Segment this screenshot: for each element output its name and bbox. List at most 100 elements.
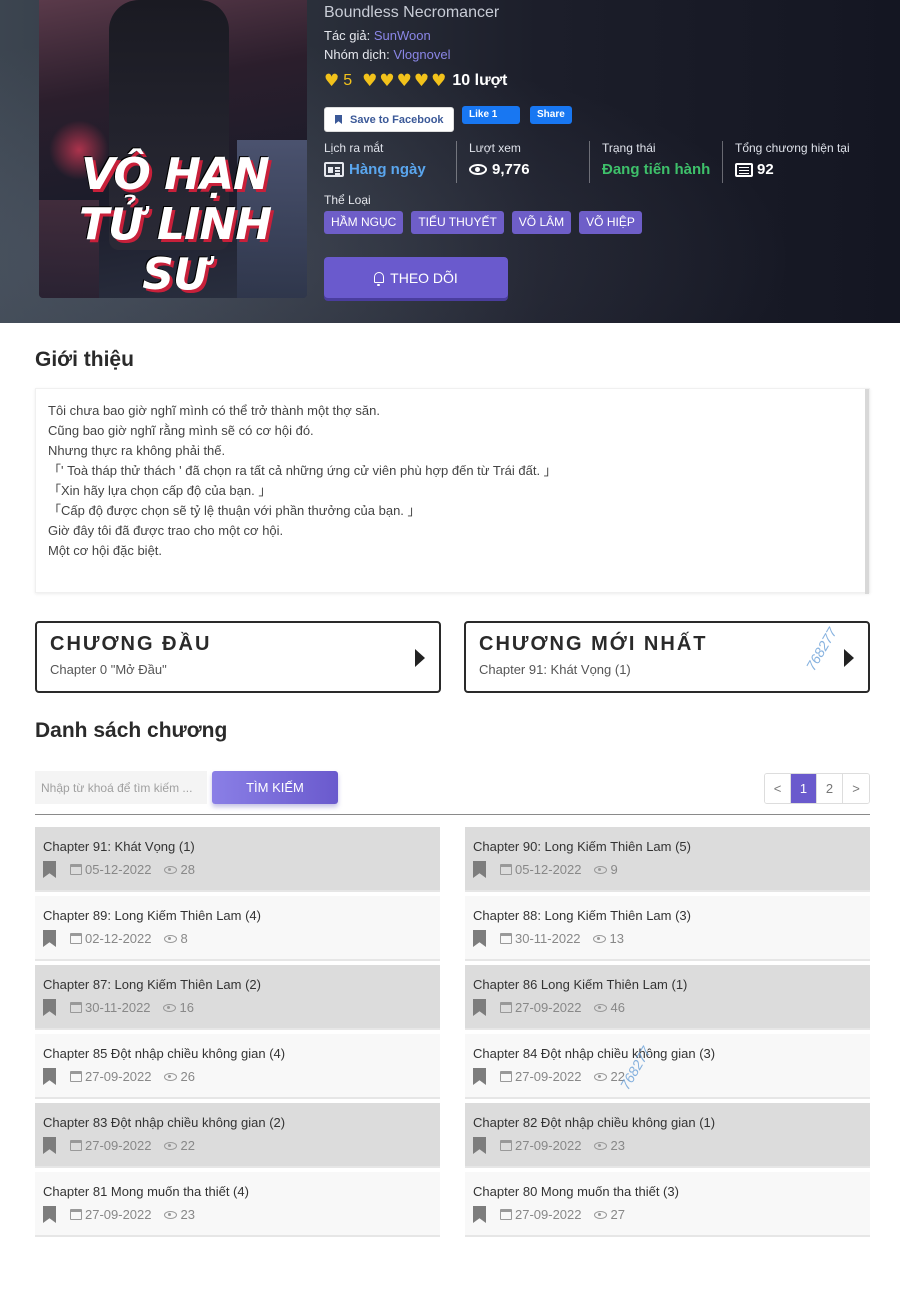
heart-icon[interactable]: ♥ — [431, 71, 446, 91]
chapter-meta: 27-09-202226 — [43, 1068, 432, 1085]
chapter-date: 30-11-2022 — [85, 1000, 151, 1015]
genre-tag[interactable]: VÕ LÂM — [512, 211, 571, 234]
chapter-row[interactable]: Chapter 88: Long Kiếm Thiên Lam (3) 30-11… — [465, 896, 870, 961]
chapter-title[interactable]: Chapter 83 Đột nhập chiều không gian (2) — [43, 1115, 432, 1130]
bookmark-icon[interactable] — [473, 1137, 486, 1154]
facebook-share-button[interactable]: Share — [530, 106, 572, 124]
bookmark-icon[interactable] — [43, 1068, 56, 1085]
first-chapter-heading: CHƯƠNG ĐẦU — [50, 633, 426, 656]
bookmark-icon[interactable] — [473, 999, 486, 1016]
chapter-row[interactable]: Chapter 82 Đột nhập chiều không gian (1)… — [465, 1103, 870, 1168]
eye-icon — [593, 935, 606, 943]
chapter-views: 22 — [181, 1138, 195, 1153]
chapter-date: 27-09-2022 — [85, 1138, 152, 1153]
eye-icon — [164, 1073, 177, 1081]
intro-text[interactable]: Tôi chưa bao giờ nghĩ mình có thể trở th… — [35, 388, 870, 593]
page-button[interactable]: 2 — [817, 774, 843, 803]
chapter-title[interactable]: Chapter 86 Long Kiếm Thiên Lam (1) — [473, 977, 862, 992]
eye-icon — [594, 1211, 607, 1219]
stat-views: Lượt xem 9,776 — [456, 141, 589, 183]
calendar-icon — [70, 1209, 82, 1220]
follow-button[interactable]: THEO DÕI — [324, 257, 508, 298]
chapter-row[interactable]: Chapter 91: Khát Vọng (1)05-12-202228 — [35, 827, 440, 892]
chapter-row[interactable]: Chapter 81 Mong muốn tha thiết (4) 27-09-… — [35, 1172, 440, 1237]
facebook-like-button[interactable]: Like 1 — [462, 106, 520, 124]
search-button[interactable]: TÌM KIẾM — [212, 771, 338, 804]
chapter-title[interactable]: Chapter 91: Khát Vọng (1) — [43, 839, 432, 854]
genre-tag[interactable]: HẦM NGỤC — [324, 211, 403, 234]
chapter-title[interactable]: Chapter 87: Long Kiếm Thiên Lam (2) — [43, 977, 432, 992]
page-button[interactable]: 1 — [791, 774, 817, 803]
eye-icon — [594, 1142, 607, 1150]
chapter-list-heading: Danh sách chương — [35, 719, 227, 743]
status-value: Đang tiến hành — [602, 161, 708, 178]
bookmark-icon[interactable] — [43, 930, 56, 947]
author-link[interactable]: SunWoon — [374, 28, 431, 43]
genre-tag[interactable]: TIỂU THUYẾT — [411, 211, 503, 234]
stat-label: Tổng chương hiện tại — [735, 141, 858, 155]
stat-value: Hàng ngày — [324, 161, 442, 178]
chapter-title[interactable]: Chapter 88: Long Kiếm Thiên Lam (3) — [473, 908, 862, 923]
manga-header: VÔ HẠN TỬ LINH SƯ Boundless Necromancer … — [0, 0, 900, 323]
eye-icon — [594, 866, 607, 874]
chapter-date: 27-09-2022 — [515, 1069, 582, 1084]
chapter-row[interactable]: Chapter 89: Long Kiếm Thiên Lam (4)02-12… — [35, 896, 440, 961]
chapter-meta: 27-09-202223 — [473, 1137, 862, 1154]
intro-line: Cũng bao giờ nghĩ rằng mình sẽ có cơ hội… — [48, 421, 857, 441]
chapter-title[interactable]: Chapter 89: Long Kiếm Thiên Lam (4) — [43, 908, 432, 923]
page-button[interactable]: > — [843, 774, 869, 803]
translator-link[interactable]: Vlognovel — [393, 47, 450, 62]
chapter-date: 27-09-2022 — [515, 1207, 582, 1222]
follow-label: THEO DÕI — [390, 270, 458, 286]
bell-icon — [374, 272, 384, 283]
chapter-meta: 30-11-202213 — [473, 930, 862, 947]
bookmark-icon[interactable] — [43, 861, 56, 878]
chapter-row[interactable]: Chapter 84 Đột nhập chiều không gian (3)… — [465, 1034, 870, 1099]
genre-list: HẦM NGỤC TIỂU THUYẾT VÕ LÂM VÕ HIỆP — [324, 211, 642, 234]
heart-icon[interactable]: ♥ — [379, 71, 394, 91]
chapter-date: 27-09-2022 — [85, 1207, 152, 1222]
chapter-search-input[interactable] — [35, 771, 207, 804]
latest-chapter-name: Chapter 91: Khát Vọng (1) — [479, 662, 855, 677]
translator-line: Nhóm dịch: Vlognovel — [324, 47, 450, 62]
latest-chapter-card[interactable]: CHƯƠNG MỚI NHẤT Chapter 91: Khát Vọng (1… — [464, 621, 870, 693]
chapter-title[interactable]: Chapter 82 Đột nhập chiều không gian (1) — [473, 1115, 862, 1130]
genre-tag[interactable]: VÕ HIỆP — [579, 211, 642, 234]
divider — [35, 814, 870, 815]
chapter-row[interactable]: Chapter 90: Long Kiếm Thiên Lam (5)05-12… — [465, 827, 870, 892]
bookmark-icon[interactable] — [43, 1206, 56, 1223]
chapter-row[interactable]: Chapter 87: Long Kiếm Thiên Lam (2) 30-11… — [35, 965, 440, 1030]
bookmark-icon[interactable] — [473, 930, 486, 947]
calendar-icon — [70, 1140, 82, 1151]
chapter-title[interactable]: Chapter 80 Mong muốn tha thiết (3) — [473, 1184, 862, 1199]
cover-title-line: VÔ HẠN — [45, 150, 305, 200]
bookmark-icon[interactable] — [473, 1206, 486, 1223]
intro-line: Nhưng thực ra không phải thế. — [48, 441, 857, 461]
heart-icon[interactable]: ♥ — [362, 71, 377, 91]
chapter-title[interactable]: Chapter 81 Mong muốn tha thiết (4) — [43, 1184, 432, 1199]
chapter-views: 13 — [610, 931, 624, 946]
calendar-icon — [70, 933, 82, 944]
save-to-facebook-button[interactable]: Save to Facebook — [324, 107, 454, 132]
rating-hearts[interactable]: ♥♥♥♥♥ — [362, 71, 446, 91]
chapter-row[interactable]: Chapter 85 Đột nhập chiều không gian (4)… — [35, 1034, 440, 1099]
chapter-row[interactable]: Chapter 83 Đột nhập chiều không gian (2)… — [35, 1103, 440, 1168]
pagination: <12> — [764, 773, 870, 804]
chapter-title[interactable]: Chapter 85 Đột nhập chiều không gian (4) — [43, 1046, 432, 1061]
heart-icon: ♥ — [324, 71, 339, 91]
page-button[interactable]: < — [765, 774, 791, 803]
calendar-icon — [500, 1002, 512, 1013]
stat-value: 92 — [735, 161, 858, 178]
chapter-title[interactable]: Chapter 84 Đột nhập chiều không gian (3) — [473, 1046, 862, 1061]
bookmark-icon[interactable] — [473, 861, 486, 878]
bookmark-icon[interactable] — [473, 1068, 486, 1085]
chapter-row[interactable]: Chapter 86 Long Kiếm Thiên Lam (1)27-09-… — [465, 965, 870, 1030]
chapter-title[interactable]: Chapter 90: Long Kiếm Thiên Lam (5) — [473, 839, 862, 854]
intro-line: 「' Toà tháp thử thách ' đã chọn ra tất c… — [48, 461, 857, 481]
heart-icon[interactable]: ♥ — [397, 71, 412, 91]
first-chapter-card[interactable]: CHƯƠNG ĐẦU Chapter 0 "Mở Đầu" — [35, 621, 441, 693]
bookmark-icon[interactable] — [43, 999, 56, 1016]
bookmark-icon[interactable] — [43, 1137, 56, 1154]
heart-icon[interactable]: ♥ — [414, 71, 429, 91]
chapter-row[interactable]: Chapter 80 Mong muốn tha thiết (3) 27-09-… — [465, 1172, 870, 1237]
